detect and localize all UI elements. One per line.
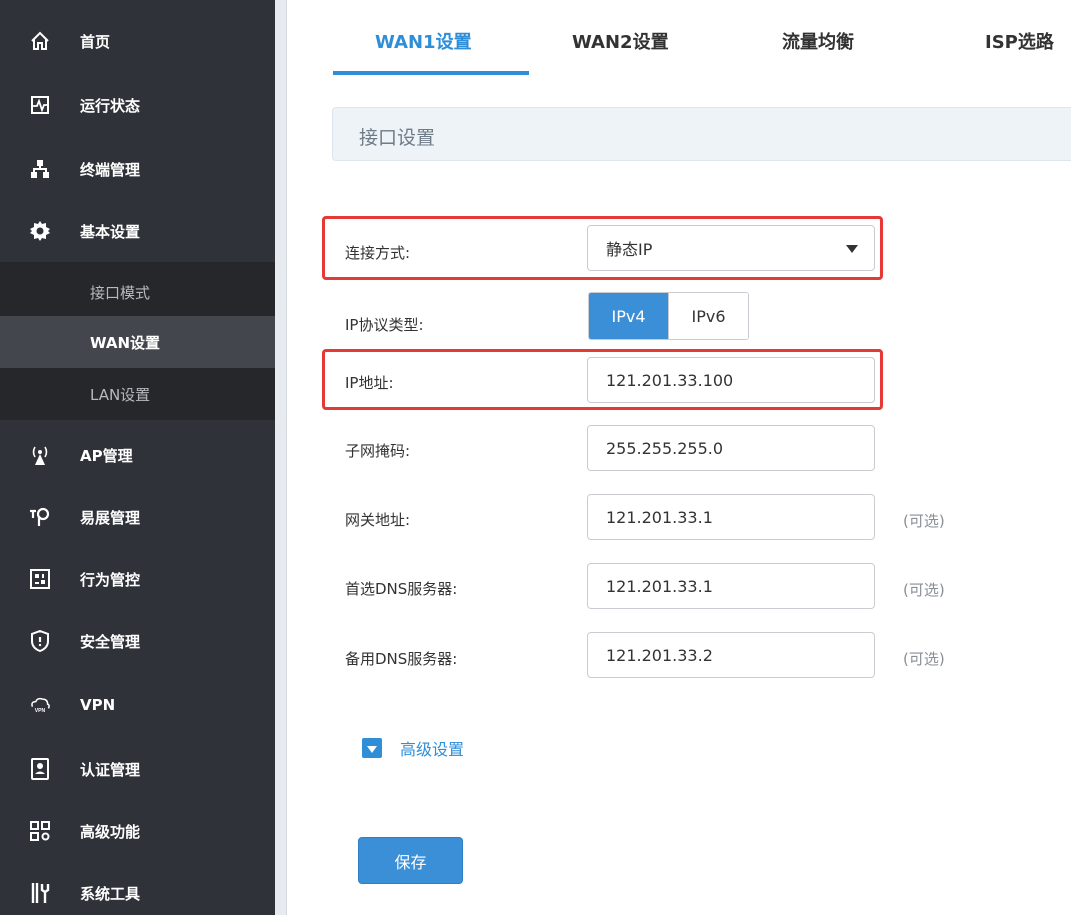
tab-bar: WAN1设置 WAN2设置 流量均衡 ISP选路 <box>288 0 1071 76</box>
wireless-ap-icon <box>29 444 51 466</box>
sidebar-item-terminals[interactable]: 终端管理 <box>0 138 275 200</box>
secondary-dns-value: 121.201.33.2 <box>606 645 713 665</box>
sidebar-item-label: 终端管理 <box>80 160 141 179</box>
secondary-dns-label: 备用DNS服务器: <box>345 650 458 668</box>
sidebar-item-status[interactable]: 运行状态 <box>0 74 275 136</box>
network-tree-icon <box>29 158 51 180</box>
subnet-mask-value: 255.255.255.0 <box>606 438 724 458</box>
sidebar-item-home[interactable]: 首页 <box>0 10 275 72</box>
submenu-item-label: LAN设置 <box>90 385 151 404</box>
tab-wan2[interactable]: WAN2设置 <box>572 28 669 54</box>
submenu-item-interface-mode[interactable]: 接口模式 <box>0 266 275 318</box>
subnet-mask-label: 子网掩码: <box>345 442 411 460</box>
sidebar-item-label: 高级功能 <box>80 822 141 841</box>
sidebar-item-label: VPN <box>80 696 116 714</box>
tab-load-balance[interactable]: 流量均衡 <box>782 28 854 54</box>
gateway-value: 121.201.33.1 <box>606 507 713 527</box>
vpn-cloud-icon: VPN <box>29 694 51 716</box>
shield-icon <box>29 630 51 652</box>
primary-dns-value: 121.201.33.1 <box>606 576 713 596</box>
dropdown-arrow-icon <box>846 245 858 253</box>
save-button[interactable]: 保存 <box>358 837 463 884</box>
easy-mesh-icon <box>29 506 51 528</box>
subnet-mask-field[interactable]: 255.255.255.0 <box>587 425 875 471</box>
svg-text:VPN: VPN <box>35 708 46 714</box>
gateway-optional-hint: (可选) <box>903 512 945 530</box>
status-monitor-icon <box>29 94 51 116</box>
sidebar-item-security[interactable]: 安全管理 <box>0 610 275 672</box>
auth-badge-icon <box>29 758 51 780</box>
primary-dns-field[interactable]: 121.201.33.1 <box>587 563 875 609</box>
connection-type-value: 静态IP <box>606 240 653 259</box>
sidebar: 首页 运行状态 终端管理 基本设置 接口模式 WAN设置 LAN设置 AP管理 … <box>0 0 275 915</box>
sidebar-item-label: 安全管理 <box>80 632 141 651</box>
secondary-dns-optional-hint: (可选) <box>903 650 945 668</box>
gateway-label: 网关地址: <box>345 511 411 529</box>
ipv6-option[interactable]: IPv6 <box>668 293 748 339</box>
sidebar-item-easy-mesh[interactable]: 易展管理 <box>0 486 275 548</box>
sidebar-item-advanced[interactable]: 高级功能 <box>0 800 275 862</box>
ip-address-value: 121.201.33.100 <box>606 370 734 390</box>
sidebar-item-label: 基本设置 <box>80 222 141 241</box>
gear-icon <box>29 220 51 242</box>
primary-dns-optional-hint: (可选) <box>903 581 945 599</box>
sidebar-item-label: 行为管控 <box>80 570 141 589</box>
sidebar-item-label: 运行状态 <box>80 96 141 115</box>
expand-arrow-icon <box>362 738 382 758</box>
ip-protocol-toggle: IPv4 IPv6 <box>588 292 749 340</box>
submenu-item-lan-settings[interactable]: LAN设置 <box>0 368 275 420</box>
advanced-settings-toggle[interactable]: 高级设置 <box>362 736 464 760</box>
sidebar-item-basic-settings[interactable]: 基本设置 <box>0 200 275 262</box>
active-tab-indicator <box>333 71 529 75</box>
sidebar-item-behavior-control[interactable]: 行为管控 <box>0 548 275 610</box>
behavior-control-icon <box>29 568 51 590</box>
sidebar-item-label: 系统工具 <box>80 884 141 903</box>
ip-protocol-label: IP协议类型: <box>345 316 424 334</box>
ipv4-option[interactable]: IPv4 <box>589 293 668 339</box>
tab-wan1[interactable]: WAN1设置 <box>375 28 472 54</box>
ip-address-field[interactable]: 121.201.33.100 <box>587 357 875 403</box>
sidebar-item-label: 首页 <box>80 32 111 51</box>
submenu-basic-settings: 接口模式 WAN设置 LAN设置 <box>0 262 275 420</box>
ip-address-label: IP地址: <box>345 374 394 392</box>
sidebar-item-auth[interactable]: 认证管理 <box>0 738 275 800</box>
sidebar-item-label: 易展管理 <box>80 508 141 527</box>
tab-isp-routing[interactable]: ISP选路 <box>985 28 1054 54</box>
panel-divider[interactable] <box>275 0 287 915</box>
gateway-field[interactable]: 121.201.33.1 <box>587 494 875 540</box>
home-icon <box>29 30 51 52</box>
submenu-item-wan-settings[interactable]: WAN设置 <box>0 316 275 368</box>
sidebar-item-label: AP管理 <box>80 446 133 465</box>
secondary-dns-field[interactable]: 121.201.33.2 <box>587 632 875 678</box>
primary-dns-label: 首选DNS服务器: <box>345 580 458 598</box>
sidebar-item-label: 认证管理 <box>80 760 141 779</box>
submenu-item-label: WAN设置 <box>90 333 161 352</box>
section-title: 接口设置 <box>359 127 436 149</box>
sidebar-item-vpn[interactable]: VPN VPN <box>0 674 275 736</box>
tools-icon <box>29 882 51 904</box>
submenu-item-label: 接口模式 <box>90 283 151 302</box>
connection-type-select[interactable]: 静态IP <box>587 225 875 271</box>
section-header: 接口设置 <box>332 107 1071 161</box>
sidebar-item-ap-management[interactable]: AP管理 <box>0 424 275 486</box>
advanced-settings-label: 高级设置 <box>400 740 465 759</box>
advanced-grid-icon <box>29 820 51 842</box>
connection-type-label: 连接方式: <box>345 244 411 262</box>
